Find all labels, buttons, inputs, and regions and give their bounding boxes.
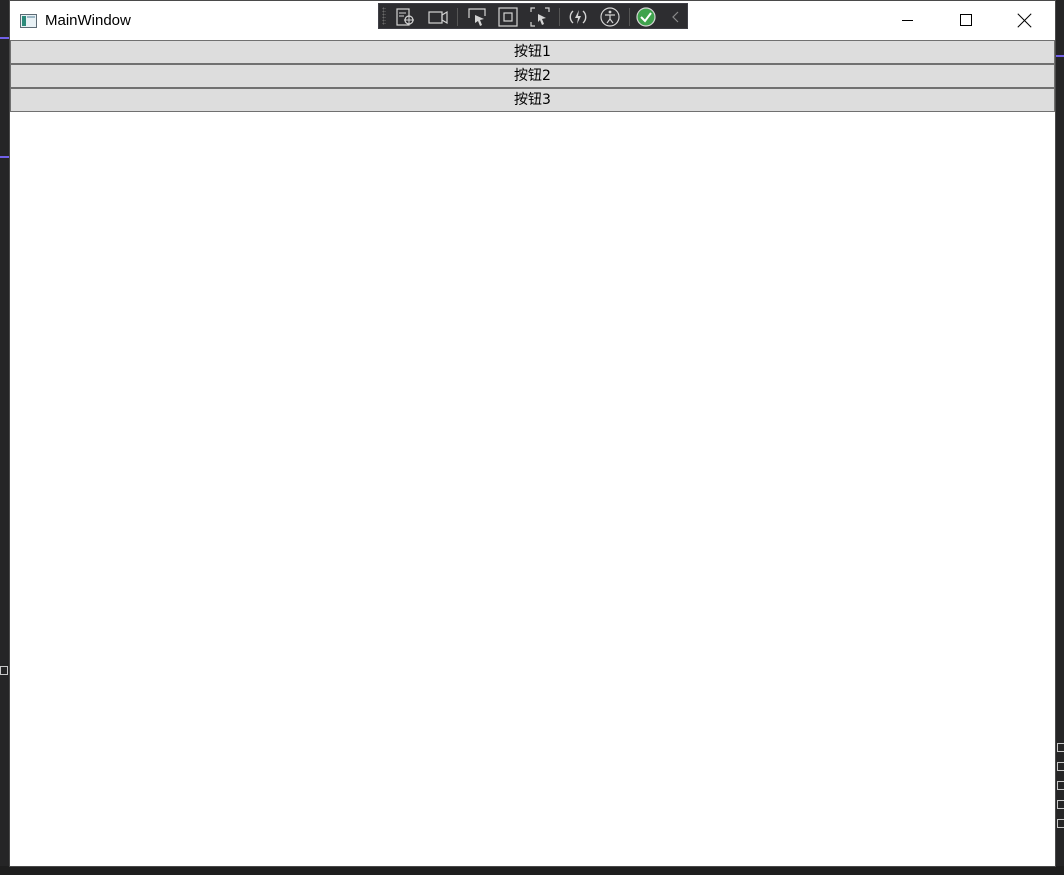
button-1[interactable]: 按钮1 bbox=[10, 40, 1055, 64]
live-visual-tree-icon[interactable] bbox=[395, 6, 417, 28]
close-button[interactable] bbox=[995, 1, 1053, 40]
button-3[interactable]: 按钮3 bbox=[10, 88, 1055, 112]
track-focus-icon[interactable] bbox=[529, 6, 551, 28]
hot-reload-icon[interactable] bbox=[567, 6, 589, 28]
background-checkbox bbox=[1057, 781, 1064, 790]
toolbar-separator bbox=[457, 8, 458, 26]
debug-toolbar bbox=[378, 3, 688, 29]
background-checkbox bbox=[1057, 743, 1064, 752]
content-stack-panel: 按钮1 按钮2 按钮3 bbox=[10, 40, 1055, 112]
minimize-icon bbox=[902, 20, 913, 21]
maximize-button[interactable] bbox=[937, 1, 995, 40]
minimize-button[interactable] bbox=[879, 1, 937, 40]
background-checkbox bbox=[1057, 800, 1064, 809]
background-accent-line bbox=[1055, 55, 1064, 57]
close-icon bbox=[1017, 13, 1032, 28]
background-ide-bottom bbox=[0, 866, 1064, 875]
background-checkbox bbox=[1057, 819, 1064, 828]
background-checkbox bbox=[1057, 762, 1064, 771]
button-2[interactable]: 按钮2 bbox=[10, 64, 1055, 88]
binding-check-icon[interactable] bbox=[635, 6, 657, 28]
record-icon[interactable] bbox=[427, 6, 449, 28]
select-element-icon[interactable] bbox=[466, 6, 488, 28]
window-title: MainWindow bbox=[45, 12, 131, 29]
grip-handle-icon[interactable] bbox=[382, 7, 386, 25]
toolbar-separator bbox=[559, 8, 560, 26]
background-checkbox bbox=[0, 666, 8, 675]
maximize-icon bbox=[960, 14, 972, 26]
main-window: MainWindow 按钮1 按钮2 按钮3 bbox=[9, 0, 1056, 867]
collapse-icon[interactable] bbox=[665, 6, 687, 28]
accessibility-icon[interactable] bbox=[599, 6, 621, 28]
toolbar-separator bbox=[629, 8, 630, 26]
title-bar[interactable]: MainWindow bbox=[10, 1, 1055, 40]
app-window-icon bbox=[20, 14, 37, 28]
display-layout-adorners-icon[interactable] bbox=[497, 6, 519, 28]
